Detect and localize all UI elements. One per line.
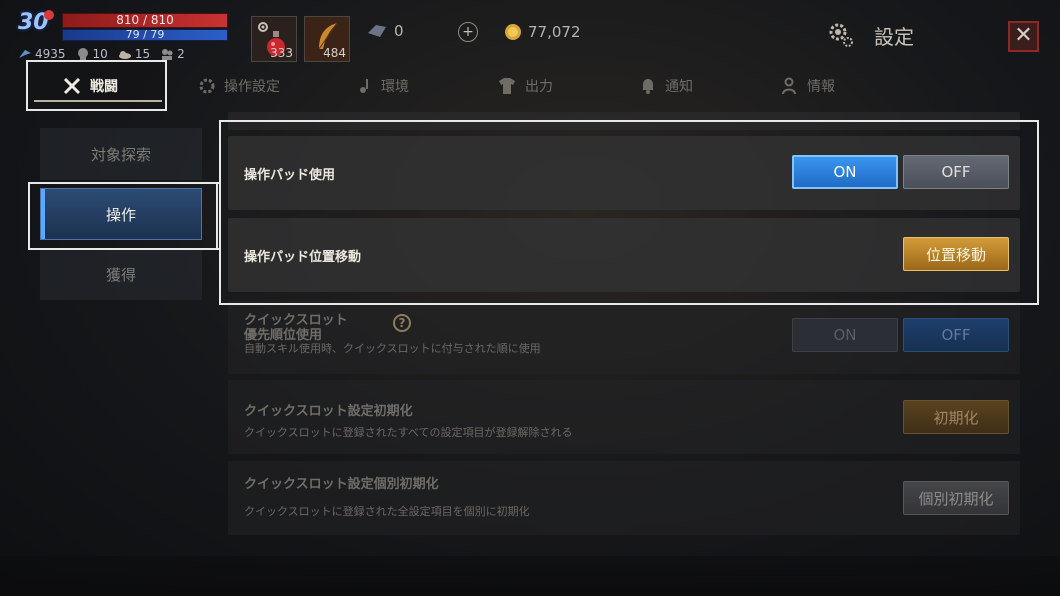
- stat-power: 4935: [18, 47, 66, 61]
- quickslot-reset-individual-button[interactable]: 個別初期化: [903, 481, 1009, 515]
- stat-guild-value: 15: [134, 47, 151, 61]
- close-button[interactable]: ✕: [1008, 21, 1039, 52]
- setting-title: クイックスロット設定個別初期化: [244, 477, 439, 492]
- hp-bar: 810 / 810: [62, 13, 228, 28]
- tab-battle-label: 戦闘: [90, 79, 118, 95]
- item-slot-feather[interactable]: 484: [304, 16, 350, 62]
- wing-icon: [19, 50, 31, 58]
- highlight-connector: [203, 248, 220, 250]
- stat-party-value: 2: [177, 47, 185, 61]
- person-icon: [782, 77, 796, 95]
- add-currency-button[interactable]: +: [458, 22, 478, 42]
- page-title: 設定: [874, 24, 914, 49]
- gold-coin-icon: [505, 24, 521, 40]
- sidebar-item-target-search[interactable]: 対象探索: [40, 128, 202, 180]
- player-stats: 4935 10 15 2: [18, 47, 185, 61]
- notification-dot: [44, 10, 54, 20]
- tab-battle[interactable]: 戦闘: [62, 76, 118, 96]
- settings-header: 設定: [826, 20, 914, 50]
- setting-title: クイックスロット設定初期化: [244, 404, 413, 419]
- stat-party: 2: [160, 47, 185, 61]
- shirt-icon: [499, 78, 515, 94]
- item-count-potion: 333: [270, 46, 293, 60]
- tutorial-focus-highlight: [219, 120, 1039, 305]
- cloud-icon: [118, 51, 131, 59]
- sidebar-item-acquire[interactable]: 獲得: [40, 248, 202, 300]
- quickslot-priority-on-button[interactable]: ON: [792, 318, 898, 352]
- settings-gear-icon: [829, 23, 853, 47]
- hud-top-bar: 30 810 / 810 79 / 79 4935 10 15 2 333 48…: [0, 0, 1060, 68]
- tab-notifications[interactable]: 通知: [639, 76, 693, 96]
- setting-description: クイックスロットに登録された全設定項目を個別に初期化: [244, 505, 530, 518]
- bottom-shade: [0, 556, 1060, 596]
- stat-guild: 15: [118, 47, 150, 61]
- currency-gem: 0: [366, 22, 404, 40]
- crossed-swords-icon: [63, 77, 81, 95]
- quickslot-reset-button[interactable]: 初期化: [903, 400, 1009, 434]
- music-note-icon: [360, 79, 368, 93]
- tab-environment-label: 環境: [381, 79, 409, 95]
- tab-output-label: 出力: [525, 79, 553, 95]
- tab-info-label: 情報: [807, 79, 835, 95]
- tab-control-settings[interactable]: 操作設定: [198, 76, 280, 96]
- skull-icon: [77, 48, 88, 60]
- setting-description: 自動スキル使用時、クイックスロットに付与された順に使用: [244, 342, 541, 355]
- quickslot-priority-off-button[interactable]: OFF: [903, 318, 1009, 352]
- close-icon: ✕: [1014, 23, 1033, 48]
- tab-battle-underline: [34, 100, 162, 102]
- sidebar-item-label: 対象探索: [90, 145, 151, 164]
- stat-power-value: 4935: [35, 47, 66, 61]
- gold-amount: 77,072: [528, 23, 581, 41]
- gem-amount: 0: [394, 22, 404, 40]
- setting-row-quickslot-reset: クイックスロット設定初期化 クイックスロットに登録されたすべての設定項目が登録解…: [228, 380, 1020, 454]
- tab-output[interactable]: 出力: [497, 76, 553, 96]
- item-count-feather: 484: [323, 46, 346, 60]
- gem-icon: [368, 25, 386, 37]
- people-icon: [162, 49, 173, 60]
- tab-control-settings-label: 操作設定: [224, 79, 280, 95]
- setting-description: クイックスロットに登録されたすべての設定項目が登録解除される: [244, 426, 573, 439]
- mp-bar: 79 / 79: [62, 29, 228, 41]
- sidebar-item-label: 獲得: [105, 265, 136, 284]
- bell-icon: [643, 79, 653, 94]
- settings-tab-bar: 戦闘 操作設定 環境 出力 通知 情報: [0, 60, 1060, 111]
- highlight-connector: [203, 182, 220, 184]
- sidebar-focus-highlight: [28, 182, 218, 250]
- stat-kills-value: 10: [92, 47, 108, 61]
- gear-icon: [199, 78, 215, 94]
- currency-gold: + 77,072: [458, 22, 581, 42]
- setting-row-quickslot-reset-individual: クイックスロット設定個別初期化 クイックスロットに登録された全設定項目を個別に初…: [228, 461, 1020, 535]
- setting-row-quickslot-priority: クイックスロット 優先順位使用 自動スキル使用時、クイックスロットに付与された順…: [228, 300, 1020, 374]
- item-slot-potion[interactable]: 333: [251, 16, 297, 62]
- stat-kills: 10: [76, 47, 108, 61]
- help-icon[interactable]: ?: [393, 314, 411, 332]
- tab-environment[interactable]: 環境: [355, 76, 409, 96]
- tab-notifications-label: 通知: [665, 79, 693, 95]
- tab-info[interactable]: 情報: [781, 76, 835, 96]
